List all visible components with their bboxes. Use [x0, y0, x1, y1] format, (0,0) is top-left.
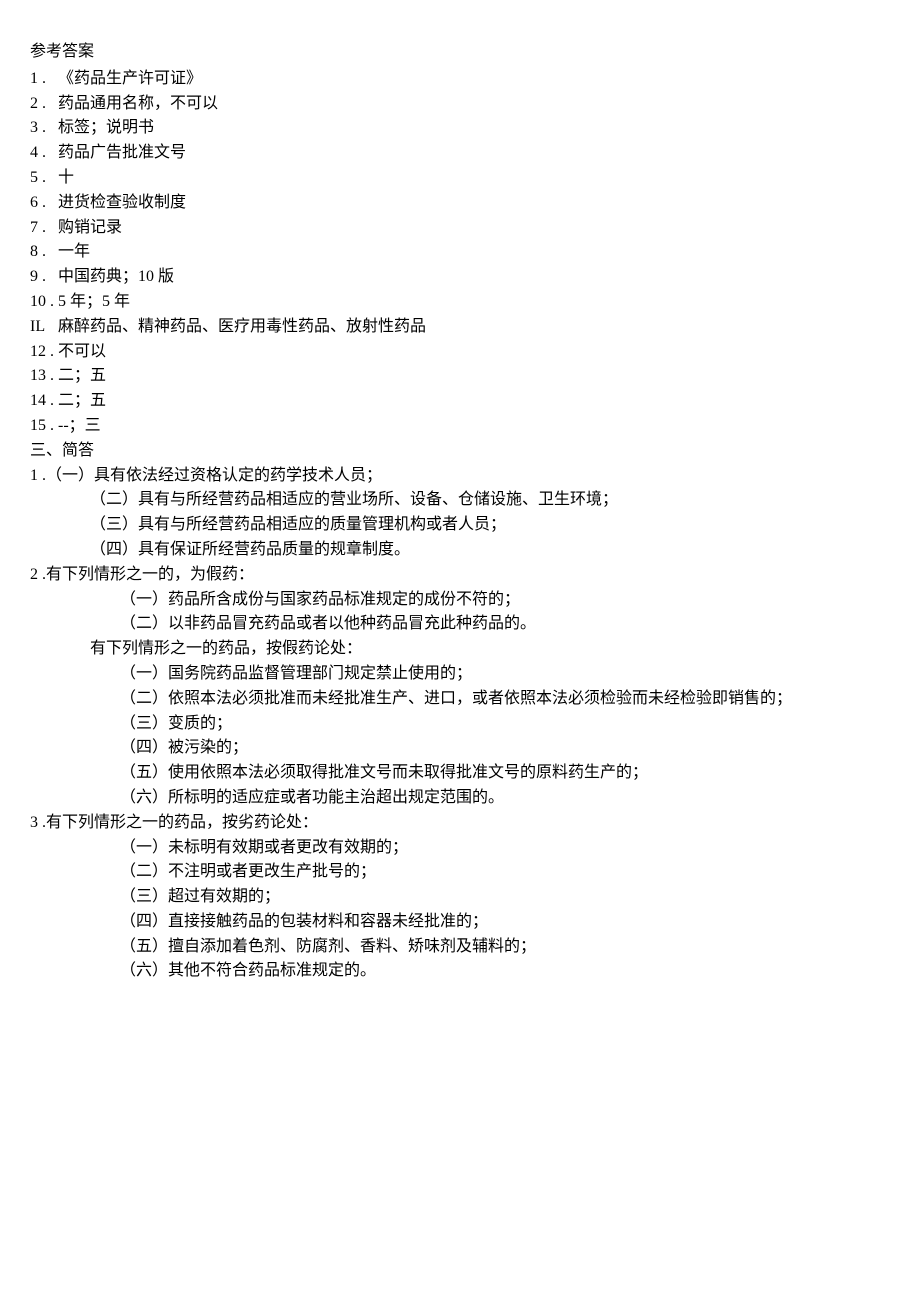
- answer-row: 7 .购销记录: [30, 216, 920, 241]
- answer-num: 8 .: [30, 240, 58, 265]
- q2-f: （四）被污染的；: [30, 736, 920, 761]
- q3-line1: 3 . 有下列情形之一的药品，按劣药论处：: [30, 811, 920, 836]
- q3-e: （五）擅自添加着色剂、防腐剂、香料、矫味剂及辅料的；: [30, 935, 920, 960]
- answer-text: 一年: [58, 240, 90, 265]
- q2-mid: 有下列情形之一的药品，按假药论处：: [30, 637, 920, 662]
- answer-text: 二；五: [58, 364, 106, 389]
- answer-text: --；三: [58, 414, 101, 439]
- q3-a: （一）未标明有效期或者更改有效期的；: [30, 836, 920, 861]
- answer-num: 15 .: [30, 414, 58, 439]
- section-3-heading: 三、简答: [30, 439, 920, 464]
- q2-lead: 有下列情形之一的，为假药：: [46, 563, 254, 588]
- answer-row: IL 麻醉药品、精神药品、医疗用毒性药品、放射性药品: [30, 315, 920, 340]
- answers-list: 1 .《药品生产许可证》2 .药品通用名称，不可以3 .标签；说明书4 .药品广…: [30, 67, 920, 439]
- q3-num: 3 .: [30, 811, 46, 836]
- answer-row: 2 .药品通用名称，不可以: [30, 92, 920, 117]
- answer-num: 9 .: [30, 265, 58, 290]
- answer-text: 十: [58, 166, 74, 191]
- answer-text: 药品通用名称，不可以: [58, 92, 218, 117]
- q2-num: 2 .: [30, 563, 46, 588]
- q2-h: （六）所标明的适应症或者功能主治超出规定范围的。: [30, 786, 920, 811]
- answer-num: 3 .: [30, 116, 58, 141]
- answer-text: 《药品生产许可证》: [58, 67, 202, 92]
- answer-text: 5 年；5 年: [58, 290, 130, 315]
- answer-num: 6 .: [30, 191, 58, 216]
- q2-g: （五）使用依照本法必须取得批准文号而未取得批准文号的原料药生产的；: [30, 761, 920, 786]
- answer-num: 14 .: [30, 389, 58, 414]
- answer-row: 14 .二；五: [30, 389, 920, 414]
- q3-f: （六）其他不符合药品标准规定的。: [30, 959, 920, 984]
- answer-num: 1 .: [30, 67, 58, 92]
- answer-text: 进货检查验收制度: [58, 191, 186, 216]
- q3-lead: 有下列情形之一的药品，按劣药论处：: [46, 811, 318, 836]
- answer-row: 10 .5 年；5 年: [30, 290, 920, 315]
- answer-text: 不可以: [58, 340, 106, 365]
- q2-a: （一）药品所含成份与国家药品标准规定的成份不符的；: [30, 588, 920, 613]
- answer-text: 麻醉药品、精神药品、医疗用毒性药品、放射性药品: [58, 315, 426, 340]
- q2-b: （二）以非药品冒充药品或者以他种药品冒充此种药品的。: [30, 612, 920, 637]
- q1-num: 1 .: [30, 464, 46, 489]
- q1-c: （三）具有与所经营药品相适应的质量管理机构或者人员；: [30, 513, 920, 538]
- answer-num: 10 .: [30, 290, 58, 315]
- q1-line1: 1 . （一）具有依法经过资格认定的药学技术人员；: [30, 464, 920, 489]
- answer-row: 4 .药品广告批准文号: [30, 141, 920, 166]
- answer-num: 12 .: [30, 340, 58, 365]
- answer-text: 标签；说明书: [58, 116, 154, 141]
- answer-num: 13 .: [30, 364, 58, 389]
- q2-e: （三）变质的；: [30, 712, 920, 737]
- answer-row: 12 .不可以: [30, 340, 920, 365]
- answer-row: 5 .十: [30, 166, 920, 191]
- q3-d: （四）直接接触药品的包装材料和容器未经批准的；: [30, 910, 920, 935]
- q3-c: （三）超过有效期的；: [30, 885, 920, 910]
- q2-d: （二）依照本法必须批准而未经批准生产、进口，或者依照本法必须检验而未经检验即销售…: [30, 687, 920, 712]
- q2-line1: 2 . 有下列情形之一的，为假药：: [30, 563, 920, 588]
- answer-row: 9 .中国药典；10 版: [30, 265, 920, 290]
- answer-text: 中国药典；10 版: [58, 265, 174, 290]
- answer-text: 二；五: [58, 389, 106, 414]
- q1-b: （二）具有与所经营药品相适应的营业场所、设备、仓储设施、卫生环境；: [30, 488, 920, 513]
- answer-text: 购销记录: [58, 216, 122, 241]
- answer-row: 13 .二；五: [30, 364, 920, 389]
- answer-row: 8 .一年: [30, 240, 920, 265]
- answer-num: 4 .: [30, 141, 58, 166]
- answer-row: 1 .《药品生产许可证》: [30, 67, 920, 92]
- answer-text: 药品广告批准文号: [58, 141, 186, 166]
- answer-num: 7 .: [30, 216, 58, 241]
- answer-row: 15 .--；三: [30, 414, 920, 439]
- answer-num: IL: [30, 315, 58, 340]
- q2-c: （一）国务院药品监督管理部门规定禁止使用的；: [30, 662, 920, 687]
- q1-d: （四）具有保证所经营药品质量的规章制度。: [30, 538, 920, 563]
- q1-a: （一）具有依法经过资格认定的药学技术人员；: [46, 464, 382, 489]
- answers-heading: 参考答案: [30, 40, 920, 65]
- answer-row: 6 .进货检查验收制度: [30, 191, 920, 216]
- answer-row: 3 .标签；说明书: [30, 116, 920, 141]
- answer-num: 2 .: [30, 92, 58, 117]
- q3-b: （二）不注明或者更改生产批号的；: [30, 860, 920, 885]
- answer-num: 5 .: [30, 166, 58, 191]
